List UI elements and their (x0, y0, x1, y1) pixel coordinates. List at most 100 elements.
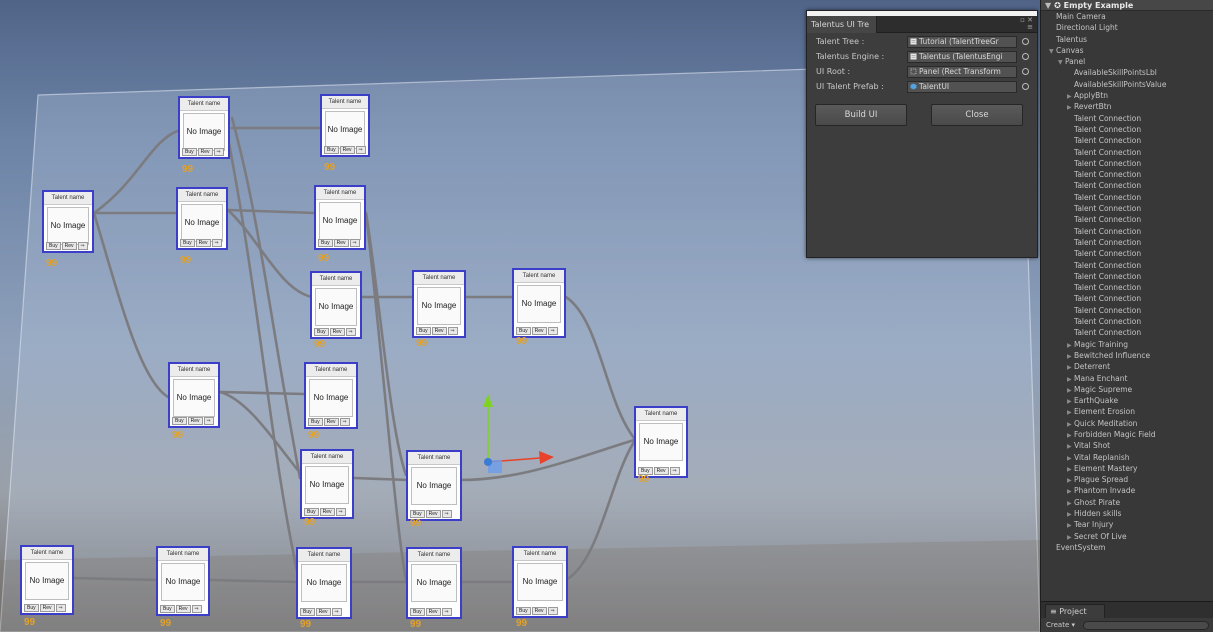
expand-arrow-icon[interactable]: ▶ (1067, 374, 1074, 384)
hierarchy-item[interactable]: Talent Connection (1041, 180, 1213, 191)
hierarchy-item[interactable]: ▶ Vital Shot (1041, 440, 1213, 451)
hierarchy-item[interactable]: EventSystem (1041, 542, 1213, 553)
hierarchy-item[interactable]: ▶ Bewitched Influence (1041, 350, 1213, 361)
hierarchy-item[interactable]: AvailableSkillPointsValue (1041, 79, 1213, 90)
buy-button[interactable]: Buy (416, 327, 431, 335)
hierarchy-item[interactable]: Talent Connection (1041, 260, 1213, 271)
buy-button[interactable]: Buy (24, 604, 39, 612)
talent-node[interactable]: Talent name No Image Buy Rev ⇒ 99 (156, 546, 210, 629)
scene-view[interactable]: Talent name No Image Buy Rev ⇒ 99 Talent n… (0, 0, 1040, 632)
revert-button[interactable]: Rev (333, 239, 349, 247)
hierarchy-item[interactable]: ▶ Element Mastery (1041, 463, 1213, 474)
revert-button[interactable]: Rev (315, 608, 331, 616)
revert-button[interactable]: Rev (175, 605, 191, 613)
hierarchy-item[interactable]: Talent Connection (1041, 135, 1213, 146)
hierarchy-item[interactable]: Talent Connection (1041, 203, 1213, 214)
hierarchy-panel[interactable]: ▼ ✪ Empty Example Main Camera Directional … (1040, 0, 1213, 632)
hierarchy-item[interactable]: ▶ Hidden skills (1041, 508, 1213, 519)
revert-button[interactable]: Rev (187, 417, 203, 425)
hierarchy-item[interactable]: ▶ EarthQuake (1041, 395, 1213, 406)
talent-node[interactable]: Talent name No Image Buy Rev ⇒ 99 (168, 362, 220, 441)
talent-node[interactable]: Talent name No Image Buy Rev ⇒ 99 (20, 545, 74, 628)
hierarchy-item[interactable]: ▶ RevertBtn (1041, 101, 1213, 112)
object-picker-icon[interactable] (1022, 68, 1029, 75)
hierarchy-item[interactable]: Talent Connection (1041, 147, 1213, 158)
object-picker-icon[interactable] (1022, 53, 1029, 60)
buy-button[interactable]: Buy (304, 508, 319, 516)
project-tab[interactable]: ≡ Project (1045, 604, 1105, 618)
hierarchy-item[interactable]: ▶ ApplyBtn (1041, 90, 1213, 101)
hierarchy-item[interactable]: ▶ Quick Meditation (1041, 418, 1213, 429)
talent-node[interactable]: Talent name No Image Buy Rev ⇒ 99 (320, 94, 370, 173)
hierarchy-scene-header[interactable]: ▼ ✪ Empty Example (1041, 0, 1213, 11)
expand-arrow-icon[interactable]: ▼ (1049, 46, 1056, 56)
close-button[interactable]: Close (931, 104, 1023, 126)
talent-node[interactable]: Talent name No Image Buy Rev ⇒ 99 (300, 449, 354, 528)
hierarchy-item[interactable]: ▶ Plague Spread (1041, 474, 1213, 485)
hierarchy-item[interactable]: Talentus (1041, 34, 1213, 45)
expand-arrow-icon[interactable]: ▶ (1067, 464, 1074, 474)
buy-button[interactable]: Buy (308, 418, 323, 426)
buy-button[interactable]: Buy (172, 417, 187, 425)
talentus-engine-field[interactable]: Talentus (TalentusEngi (907, 51, 1017, 63)
talent-node[interactable]: Talent name No Image Buy Rev ⇒ 99 (512, 268, 566, 347)
expand-arrow-icon[interactable]: ▶ (1067, 419, 1074, 429)
revert-button[interactable]: Rev (653, 467, 669, 475)
hierarchy-item[interactable]: ▶ Magic Training (1041, 339, 1213, 350)
revert-button[interactable]: Rev (531, 327, 547, 335)
revert-button[interactable]: Rev (195, 239, 211, 247)
buy-button[interactable]: Buy (516, 607, 531, 615)
expand-arrow-icon[interactable]: ▶ (1067, 486, 1074, 496)
expand-arrow-icon[interactable]: ▶ (1067, 362, 1074, 372)
buy-button[interactable]: Buy (318, 239, 333, 247)
talent-node[interactable]: Talent name No Image Buy Rev ⇒ 99 (314, 185, 366, 264)
window-menu-icon[interactable]: ▫ ✕ ≡ (1020, 17, 1033, 31)
talent-node[interactable]: Talent name No Image Buy Rev ⇒ 99 (178, 96, 230, 175)
talent-node[interactable]: Talent name No Image Buy Rev ⇒ 99 (512, 546, 568, 629)
hierarchy-item[interactable]: Talent Connection (1041, 113, 1213, 124)
expand-arrow-icon[interactable]: ▶ (1067, 441, 1074, 451)
hierarchy-item[interactable]: Talent Connection (1041, 192, 1213, 203)
collapse-arrow-icon[interactable]: ▼ (1045, 1, 1051, 10)
talent-tree-field[interactable]: Tutorial (TalentTreeGr (907, 36, 1017, 48)
ui-talent-prefab-field[interactable]: TalentUI (907, 81, 1017, 93)
create-dropdown[interactable]: Create ▾ (1046, 620, 1075, 630)
expand-arrow-icon[interactable]: ▶ (1067, 475, 1074, 485)
talent-node[interactable]: Talent name No Image Buy Rev ⇒ 99 (296, 547, 352, 630)
revert-button[interactable]: Rev (319, 508, 335, 516)
talentus-ui-tree-window[interactable]: Talentus UI Tre ▫ ✕ ≡ Talent Tree : Tutor… (806, 10, 1038, 258)
hierarchy-item[interactable]: Talent Connection (1041, 282, 1213, 293)
hierarchy-item[interactable]: Talent Connection (1041, 271, 1213, 282)
hierarchy-item[interactable]: Talent Connection (1041, 169, 1213, 180)
hierarchy-item[interactable]: ▼ Canvas (1041, 45, 1213, 56)
window-tab[interactable]: Talentus UI Tre (807, 16, 877, 33)
hierarchy-item[interactable]: Talent Connection (1041, 248, 1213, 259)
talent-node[interactable]: Talent name No Image Buy Rev ⇒ 99 (406, 547, 462, 630)
hierarchy-item[interactable]: ▶ Magic Supreme (1041, 384, 1213, 395)
hierarchy-item[interactable]: Talent Connection (1041, 316, 1213, 327)
hierarchy-item[interactable]: Directional Light (1041, 22, 1213, 33)
buy-button[interactable]: Buy (516, 327, 531, 335)
hierarchy-item[interactable]: ▶ Deterrent (1041, 361, 1213, 372)
expand-arrow-icon[interactable]: ▶ (1067, 91, 1074, 101)
hierarchy-item[interactable]: Main Camera (1041, 11, 1213, 22)
buy-button[interactable]: Buy (160, 605, 175, 613)
buy-button[interactable]: Buy (410, 608, 425, 616)
hierarchy-item[interactable]: ▼ Panel (1041, 56, 1213, 67)
revert-button[interactable]: Rev (197, 148, 213, 156)
hierarchy-item[interactable]: ▶ Element Erosion (1041, 406, 1213, 417)
talent-node[interactable]: Talent name No Image Buy Rev ⇒ 99 (406, 450, 462, 529)
buy-button[interactable]: Buy (410, 510, 425, 518)
hierarchy-item[interactable]: ▶ Mana Enchant (1041, 373, 1213, 384)
expand-arrow-icon[interactable]: ▶ (1067, 102, 1074, 112)
expand-arrow-icon[interactable]: ▶ (1067, 532, 1074, 542)
hierarchy-item[interactable]: Talent Connection (1041, 214, 1213, 225)
expand-arrow-icon[interactable]: ▶ (1067, 396, 1074, 406)
talent-node[interactable]: Talent name No Image Buy Rev ⇒ 99 (176, 187, 228, 266)
expand-arrow-icon[interactable]: ▶ (1067, 453, 1074, 463)
expand-arrow-icon[interactable]: ▶ (1067, 407, 1074, 417)
revert-button[interactable]: Rev (425, 510, 441, 518)
revert-button[interactable]: Rev (531, 607, 547, 615)
talent-node[interactable]: Talent name No Image Buy Rev ⇒ 99 (42, 190, 94, 269)
revert-button[interactable]: Rev (61, 242, 77, 250)
